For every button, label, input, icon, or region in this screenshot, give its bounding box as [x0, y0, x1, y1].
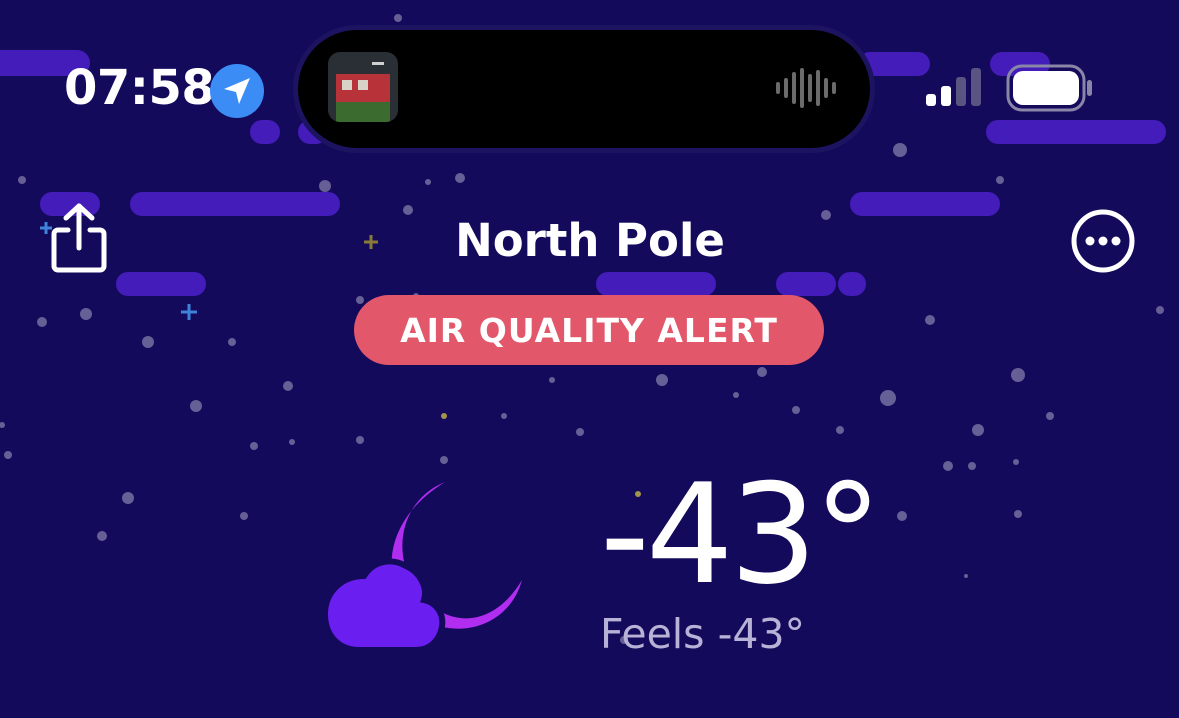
status-time: 07:58	[64, 60, 215, 116]
dynamic-island[interactable]	[298, 30, 870, 148]
location-arrow-icon	[210, 64, 264, 118]
location-title: North Pole	[455, 214, 725, 267]
share-button[interactable]	[50, 202, 108, 278]
now-playing-artwork[interactable]	[328, 52, 398, 122]
feels-like-value: -43°	[717, 610, 806, 658]
battery-icon	[1006, 64, 1092, 112]
waveform-icon	[776, 68, 836, 108]
moon-cloud-icon	[321, 482, 522, 653]
current-temperature: -43°	[600, 454, 882, 615]
air-quality-alert-badge[interactable]: AIR QUALITY ALERT	[354, 295, 824, 365]
share-icon	[51, 203, 107, 273]
more-options-icon	[1071, 209, 1135, 273]
cellular-signal-icon	[926, 68, 981, 106]
feels-like-label: Feels	[600, 610, 705, 658]
feels-like: Feels -43°	[600, 608, 805, 660]
more-options-button[interactable]	[1070, 208, 1136, 278]
